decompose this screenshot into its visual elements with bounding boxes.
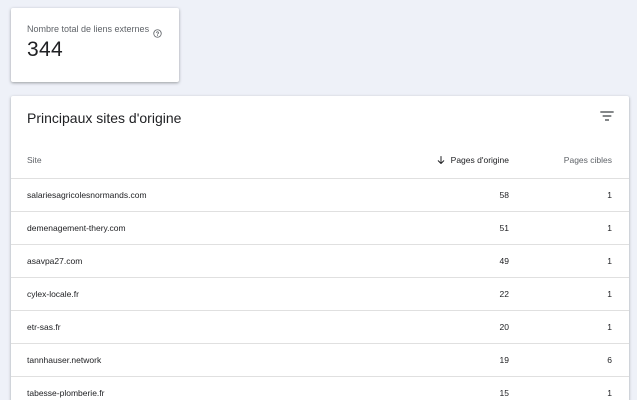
cell-pages-origine: 51 bbox=[499, 223, 509, 233]
cell-site: salariesagricolesnormands.com bbox=[27, 190, 147, 200]
cell-pages-origine: 49 bbox=[499, 256, 509, 266]
cell-pages-origine: 58 bbox=[499, 190, 509, 200]
column-header-pages-origine[interactable]: Pages d'origine bbox=[437, 155, 509, 165]
table-row[interactable]: cylex-locale.fr 22 1 bbox=[11, 278, 629, 311]
cell-site: etr-sas.fr bbox=[27, 322, 61, 332]
cell-pages-origine: 22 bbox=[499, 289, 509, 299]
cell-pages-origine: 20 bbox=[499, 322, 509, 332]
cell-site: tabesse-plomberie.fr bbox=[27, 388, 105, 398]
filter-icon bbox=[600, 111, 614, 121]
top-source-sites-card: Principaux sites d'origine Site Pages d'… bbox=[11, 96, 629, 400]
table-title: Principaux sites d'origine bbox=[27, 110, 182, 126]
table-row[interactable]: asavpa27.com 49 1 bbox=[11, 245, 629, 278]
total-external-links-card: Nombre total de liens externes 344 bbox=[11, 8, 179, 82]
cell-site: tannhauser.network bbox=[27, 355, 102, 365]
table-row[interactable]: salariesagricolesnormands.com 58 1 bbox=[11, 179, 629, 212]
column-header-pages-cibles[interactable]: Pages cibles bbox=[564, 155, 612, 165]
cell-pages-origine: 19 bbox=[499, 355, 509, 365]
cell-pages-cibles: 1 bbox=[607, 223, 612, 233]
cell-site: cylex-locale.fr bbox=[27, 289, 79, 299]
summary-label: Nombre total de liens externes bbox=[27, 24, 150, 34]
help-circle-icon[interactable] bbox=[153, 25, 162, 38]
table-row[interactable]: etr-sas.fr 20 1 bbox=[11, 311, 629, 344]
cell-pages-cibles: 1 bbox=[607, 190, 612, 200]
cell-pages-cibles: 1 bbox=[607, 388, 612, 398]
cell-pages-cibles: 1 bbox=[607, 289, 612, 299]
filter-button[interactable] bbox=[599, 108, 615, 124]
page: Nombre total de liens externes 344 Princ… bbox=[0, 0, 637, 400]
cell-pages-cibles: 1 bbox=[607, 322, 612, 332]
cell-site: demenagement-thery.com bbox=[27, 223, 126, 233]
cell-pages-cibles: 1 bbox=[607, 256, 612, 266]
column-header-site[interactable]: Site bbox=[27, 155, 42, 165]
summary-value: 344 bbox=[27, 38, 63, 61]
column-header-pages-origine-label: Pages d'origine bbox=[450, 155, 509, 165]
table-body: salariesagricolesnormands.com 58 1 demen… bbox=[11, 179, 629, 400]
arrow-down-icon bbox=[437, 155, 445, 165]
table-row[interactable]: demenagement-thery.com 51 1 bbox=[11, 212, 629, 245]
cell-pages-cibles: 6 bbox=[607, 355, 612, 365]
table-row[interactable]: tannhauser.network 19 6 bbox=[11, 344, 629, 377]
summary-label-row: Nombre total de liens externes bbox=[27, 24, 162, 38]
table-header: Site Pages d'origine Pages cibles bbox=[11, 146, 629, 179]
cell-site: asavpa27.com bbox=[27, 256, 83, 266]
cell-pages-origine: 15 bbox=[499, 388, 509, 398]
table-row[interactable]: tabesse-plomberie.fr 15 1 bbox=[11, 377, 629, 400]
